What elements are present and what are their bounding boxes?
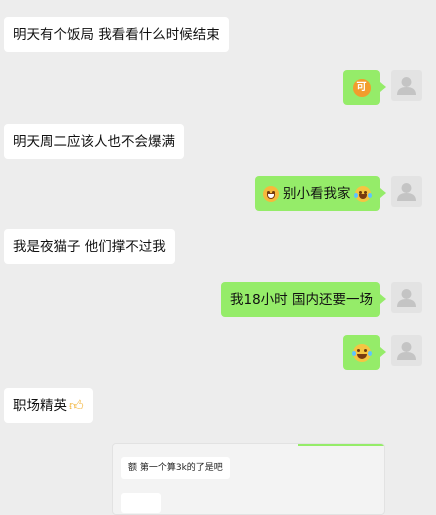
incoming-message[interactable]: 我是夜猫子 他们撑不过我 bbox=[4, 229, 175, 264]
default-avatar-icon bbox=[397, 342, 416, 360]
thumbs-up-emoji-icon: 👍︎ bbox=[69, 397, 84, 414]
message-text: 别小看我家 bbox=[283, 185, 351, 202]
outgoing-message[interactable] bbox=[343, 335, 386, 370]
incoming-message[interactable]: 明天有个饭局 我看看什么时候结束 bbox=[4, 17, 229, 52]
message-text: 我是夜猫子 他们撑不过我 bbox=[13, 238, 166, 255]
nested-message-text: 额 第一个算3k的了是吧 bbox=[128, 463, 223, 473]
default-avatar-icon bbox=[397, 183, 416, 201]
message-text: 我18小时 国内还要一场 bbox=[230, 291, 373, 308]
laugh-cry-emoji-icon bbox=[351, 343, 372, 362]
message-text: 明天周二应该人也不会爆满 bbox=[13, 133, 175, 150]
grin-emoji-icon bbox=[263, 185, 279, 202]
nested-incoming-message: 额 第一个算3k的了是吧 bbox=[121, 457, 230, 479]
incoming-message[interactable]: 职场精英 👍︎ bbox=[4, 388, 93, 423]
ke-emoji-icon: 可 bbox=[352, 78, 371, 97]
message-text: 明天有个饭局 我看看什么时候结束 bbox=[13, 26, 220, 43]
incoming-message[interactable]: 明天周二应该人也不会爆满 bbox=[4, 124, 184, 159]
avatar[interactable] bbox=[391, 335, 422, 366]
default-avatar-icon bbox=[397, 77, 416, 95]
nested-outgoing-bubble-edge bbox=[298, 444, 384, 446]
outgoing-message[interactable]: 可 bbox=[343, 70, 386, 105]
outgoing-message[interactable]: 别小看我家 bbox=[255, 176, 386, 211]
laugh-cry-emoji-icon bbox=[353, 185, 372, 202]
nested-incoming-message-partial bbox=[121, 493, 161, 513]
avatar[interactable] bbox=[391, 70, 422, 101]
default-avatar-icon bbox=[397, 289, 416, 307]
avatar[interactable] bbox=[391, 176, 422, 207]
avatar[interactable] bbox=[391, 282, 422, 313]
image-message-screenshot[interactable]: 额 第一个算3k的了是吧 bbox=[112, 443, 385, 515]
message-text: 职场精英 bbox=[13, 397, 67, 414]
outgoing-message[interactable]: 我18小时 国内还要一场 bbox=[221, 282, 386, 317]
